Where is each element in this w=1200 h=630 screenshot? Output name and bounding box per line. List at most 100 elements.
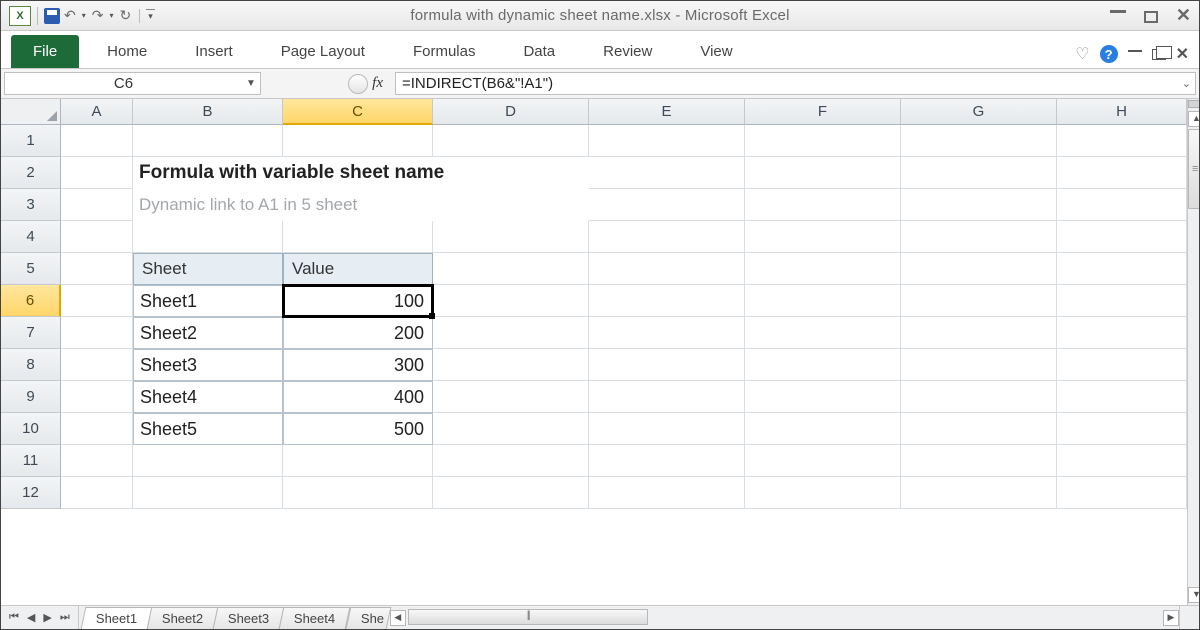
save-icon[interactable] xyxy=(44,8,60,24)
undo-dropdown-icon[interactable]: ▾ xyxy=(80,11,88,20)
row-header-9[interactable]: 9 xyxy=(1,381,61,413)
cell-A8[interactable] xyxy=(61,349,133,381)
hscroll-left[interactable]: ◀ xyxy=(390,606,406,629)
cell-F5[interactable] xyxy=(745,253,901,285)
cell-B12[interactable] xyxy=(133,477,283,509)
cell-F10[interactable] xyxy=(745,413,901,445)
column-header-E[interactable]: E xyxy=(589,99,745,125)
row-header-3[interactable]: 3 xyxy=(1,189,61,221)
cell-F7[interactable] xyxy=(745,317,901,349)
row-header-8[interactable]: 8 xyxy=(1,349,61,381)
cell-H11[interactable] xyxy=(1057,445,1187,477)
cell-grid[interactable]: Formula with variable sheet nameDynamic … xyxy=(61,125,1187,605)
cell-E11[interactable] xyxy=(589,445,745,477)
cell-G10[interactable] xyxy=(901,413,1057,445)
cell-F8[interactable] xyxy=(745,349,901,381)
sheet-nav-next-icon[interactable]: ▶ xyxy=(41,611,53,624)
sheet-tab-she[interactable]: She xyxy=(345,607,391,629)
cell-D12[interactable] xyxy=(433,477,589,509)
cell-B4[interactable] xyxy=(133,221,283,253)
column-header-A[interactable]: A xyxy=(61,99,133,125)
cell-G11[interactable] xyxy=(901,445,1057,477)
row-header-1[interactable]: 1 xyxy=(1,125,61,157)
cell-C12[interactable] xyxy=(283,477,433,509)
cell-G8[interactable] xyxy=(901,349,1057,381)
cell-F1[interactable] xyxy=(745,125,901,157)
cell-D9[interactable] xyxy=(433,381,589,413)
cell-G5[interactable] xyxy=(901,253,1057,285)
cell-B11[interactable] xyxy=(133,445,283,477)
cell-E12[interactable] xyxy=(589,477,745,509)
sheet-nav-prev-icon[interactable]: ◀ xyxy=(25,611,37,624)
cell-H7[interactable] xyxy=(1057,317,1187,349)
cell-D4[interactable] xyxy=(433,221,589,253)
cell-H12[interactable] xyxy=(1057,477,1187,509)
cell-D1[interactable] xyxy=(433,125,589,157)
sheet-tab-sheet3[interactable]: Sheet3 xyxy=(213,607,285,629)
cell-H10[interactable] xyxy=(1057,413,1187,445)
redo-dropdown-icon[interactable]: ▾ xyxy=(107,11,115,20)
cell-G12[interactable] xyxy=(901,477,1057,509)
cell-C4[interactable] xyxy=(283,221,433,253)
column-header-C[interactable]: C xyxy=(283,99,433,125)
cell-H9[interactable] xyxy=(1057,381,1187,413)
row-header-4[interactable]: 4 xyxy=(1,221,61,253)
sheet-nav-last-icon[interactable]: ⏭ xyxy=(58,611,72,624)
cell-G2[interactable] xyxy=(901,157,1057,189)
cell-F6[interactable] xyxy=(745,285,901,317)
name-box[interactable]: C6 ▼ xyxy=(4,72,261,95)
cell-H6[interactable] xyxy=(1057,285,1187,317)
mdi-minimize-icon[interactable] xyxy=(1128,50,1142,52)
column-header-H[interactable]: H xyxy=(1057,99,1187,125)
cell-F9[interactable] xyxy=(745,381,901,413)
minimize-icon[interactable] xyxy=(1110,10,1126,13)
tab-home[interactable]: Home xyxy=(107,35,147,68)
cell-C1[interactable] xyxy=(283,125,433,157)
cell-G9[interactable] xyxy=(901,381,1057,413)
tab-insert[interactable]: Insert xyxy=(195,35,233,68)
cell-A7[interactable] xyxy=(61,317,133,349)
cell-A3[interactable] xyxy=(61,189,133,221)
cell-E9[interactable] xyxy=(589,381,745,413)
redo-icon[interactable]: ↷ xyxy=(90,7,106,24)
row-header-5[interactable]: 5 xyxy=(1,253,61,285)
tab-pagelayout[interactable]: Page Layout xyxy=(281,35,365,68)
table-cell-value-2[interactable]: 300 xyxy=(283,349,433,381)
sheet-tab-sheet2[interactable]: Sheet2 xyxy=(147,607,219,629)
resize-handle[interactable] xyxy=(1179,606,1199,629)
column-header-G[interactable]: G xyxy=(901,99,1057,125)
sheet-tab-sheet4[interactable]: Sheet4 xyxy=(279,607,351,629)
tab-review[interactable]: Review xyxy=(603,35,652,68)
cell-A6[interactable] xyxy=(61,285,133,317)
cell-A11[interactable] xyxy=(61,445,133,477)
table-cell-sheet-3[interactable]: Sheet4 xyxy=(133,381,283,413)
table-header-sheet[interactable]: Sheet xyxy=(133,253,283,285)
qat-customize-icon[interactable]: ▾ xyxy=(146,9,155,22)
hscroll-thumb[interactable] xyxy=(408,609,648,625)
cell-H1[interactable] xyxy=(1057,125,1187,157)
row-header-2[interactable]: 2 xyxy=(1,157,61,189)
cell-A9[interactable] xyxy=(61,381,133,413)
table-cell-value-1[interactable]: 200 xyxy=(283,317,433,349)
cell-F4[interactable] xyxy=(745,221,901,253)
tab-view[interactable]: View xyxy=(700,35,732,68)
cell-H8[interactable] xyxy=(1057,349,1187,381)
name-box-dropdown-icon[interactable]: ▼ xyxy=(242,78,260,89)
refresh-icon[interactable]: ↻ xyxy=(118,7,134,24)
table-cell-sheet-0[interactable]: Sheet1 xyxy=(133,285,283,317)
cell-A10[interactable] xyxy=(61,413,133,445)
cell-F2[interactable] xyxy=(745,157,901,189)
cell-H4[interactable] xyxy=(1057,221,1187,253)
hscroll-track[interactable] xyxy=(408,609,1159,626)
cell-F3[interactable] xyxy=(745,189,901,221)
vscroll-track[interactable] xyxy=(1188,129,1199,585)
cell-F11[interactable] xyxy=(745,445,901,477)
formula-input[interactable]: =INDIRECT(B6&"!A1") ⌄ xyxy=(395,72,1196,95)
cell-G4[interactable] xyxy=(901,221,1057,253)
cell-D6[interactable] xyxy=(433,285,589,317)
cell-C11[interactable] xyxy=(283,445,433,477)
scroll-down-icon[interactable] xyxy=(1188,587,1199,603)
cell-H3[interactable] xyxy=(1057,189,1187,221)
minimize-ribbon-icon[interactable]: ♡ xyxy=(1075,44,1089,64)
mdi-restore-icon[interactable] xyxy=(1152,49,1166,60)
